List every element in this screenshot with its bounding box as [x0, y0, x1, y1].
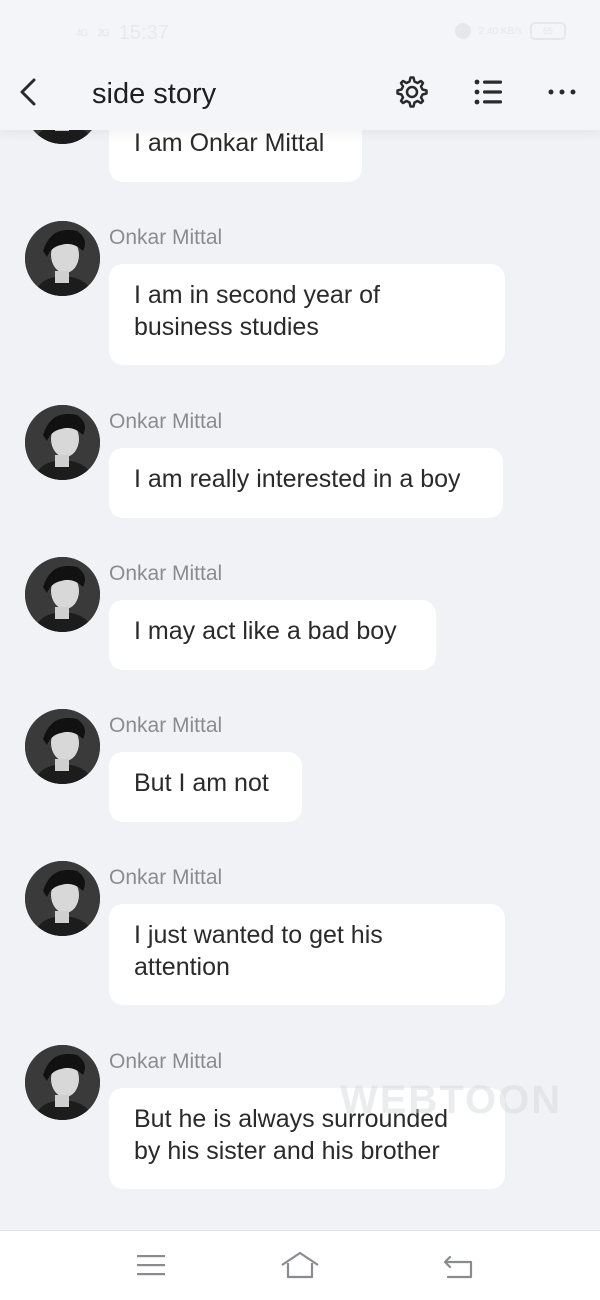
back-nav-button[interactable]	[438, 1247, 478, 1283]
avatar[interactable]	[25, 405, 100, 480]
avatar[interactable]	[25, 709, 100, 784]
sender-name: Onkar Mittal	[109, 714, 223, 737]
status-right: 2.40 KB/s 65	[454, 22, 566, 40]
page-title: side story	[92, 78, 217, 110]
message-bubble: I am in second year of business studies	[109, 264, 505, 365]
battery-icon: 65	[530, 22, 566, 40]
sender-name: Onkar Mittal	[109, 1050, 223, 1073]
home-button[interactable]	[280, 1247, 320, 1283]
menu-icon	[137, 1255, 165, 1276]
list-icon	[474, 79, 502, 105]
avatar[interactable]	[25, 221, 100, 296]
gear-icon	[396, 76, 428, 108]
avatar[interactable]	[25, 861, 100, 936]
sender-name: Onkar Mittal	[109, 410, 223, 433]
recent-apps-button[interactable]	[131, 1247, 171, 1283]
back-arrow-icon	[20, 78, 36, 106]
more-options-button[interactable]	[544, 74, 580, 110]
avatar[interactable]	[25, 557, 100, 632]
settings-button[interactable]	[394, 74, 430, 110]
message-bubble: I may act like a bad boy	[109, 600, 436, 670]
header: side story	[0, 64, 600, 130]
status-time: 15:37	[118, 22, 169, 44]
status-left: 4G 2G 15:37	[76, 22, 169, 45]
network-speed: 2.40 KB/s	[478, 25, 522, 37]
message-bubble: I just wanted to get his attention	[109, 904, 505, 1005]
home-icon	[281, 1251, 319, 1279]
sender-name: Onkar Mittal	[109, 866, 223, 889]
back-icon	[443, 1255, 473, 1279]
system-nav-bar	[0, 1230, 600, 1300]
episode-list-button[interactable]	[470, 74, 506, 110]
message-bubble: I am really interested in a boy	[109, 448, 503, 518]
avatar[interactable]	[25, 1045, 100, 1120]
sender-name: Onkar Mittal	[109, 226, 223, 249]
top-bar: 4G 2G 15:37 2.40 KB/s 65 side story	[0, 0, 600, 130]
alarm-icon	[454, 23, 471, 39]
signal-icon: 4G	[76, 28, 88, 39]
more-dots-icon	[548, 89, 576, 95]
status-bar: 4G 2G 15:37 2.40 KB/s 65	[0, 0, 600, 64]
watermark-logo: WEBTOON	[340, 1078, 563, 1122]
chat-area[interactable]: I am Onkar Mittal Onkar Mittal I am in s…	[0, 0, 600, 1230]
sender-name: Onkar Mittal	[109, 562, 223, 585]
signal-icon: 2G	[97, 28, 109, 39]
message-bubble: But I am not	[109, 752, 302, 822]
back-button[interactable]	[14, 74, 46, 110]
